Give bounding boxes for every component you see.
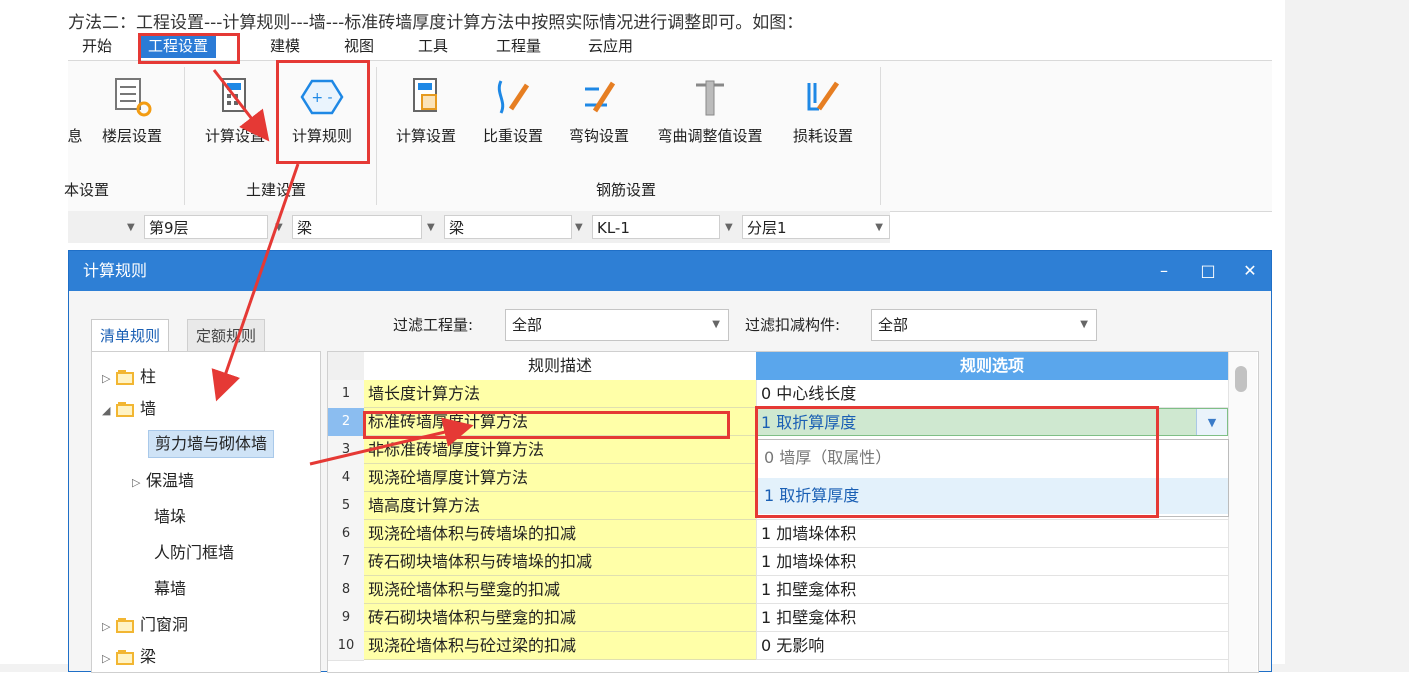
expand-arrow-icon[interactable]: ▷ (132, 470, 146, 496)
ribbon-floor-settings-button[interactable]: 楼层设置 (92, 67, 172, 163)
menu-view[interactable]: 视图 (344, 34, 374, 58)
tree-node-curtain-wall[interactable]: 幕墙 (154, 576, 186, 602)
table-row[interactable]: 7 砖石砌块墙体积与砖墙垛的扣减 1 加墙垛体积 (328, 548, 1228, 577)
chevron-down-icon: ▼ (875, 222, 883, 233)
menu-cloud[interactable]: 云应用 (588, 34, 633, 58)
chevron-down-icon: ▼ (1080, 319, 1088, 330)
tree-node-insulation-wall[interactable]: ▷ 保温墙 (132, 468, 194, 494)
menu-tools[interactable]: 工具 (418, 34, 448, 58)
filter-quantity-select[interactable]: 全部 ▼ (505, 309, 729, 341)
annotation-box-calc-rules (276, 60, 370, 164)
filter-deduct-label: 过滤扣减构件: (745, 316, 841, 334)
layer-select[interactable]: ▼ 分层1 ▼ (725, 215, 890, 239)
ribbon-info-button[interactable]: 息 (64, 67, 86, 163)
floor-select[interactable]: ▼ 第9层 (127, 215, 268, 239)
expand-arrow-icon[interactable]: ▷ (102, 366, 116, 392)
menu-bar: 开始 工程设置 建模 视图 工具 工程量 云应用 (68, 34, 1272, 60)
expand-arrow-icon[interactable]: ▷ (102, 646, 116, 672)
grid-header-option: 规则选项 (756, 352, 1228, 380)
tab-bill-rules[interactable]: 清单规则 (91, 319, 170, 352)
tree-node-wall-pier[interactable]: 墙垛 (154, 504, 186, 530)
tree-node-wall[interactable]: ◢ 墙 (102, 396, 156, 422)
chevron-down-icon: ▼ (275, 222, 283, 233)
ribbon-civil-calc-settings-button[interactable]: 计算设置 (196, 67, 274, 163)
chevron-down-icon[interactable]: ▼ (1196, 409, 1227, 435)
calculator-icon (413, 78, 437, 112)
chevron-down-icon: ▼ (575, 222, 583, 233)
expand-arrow-icon[interactable]: ▷ (102, 614, 116, 640)
ribbon-separator (184, 67, 185, 205)
chevron-down-icon: ▼ (712, 319, 720, 330)
annotation-box-menu (138, 33, 240, 64)
filter-deduct-select[interactable]: 全部 ▼ (871, 309, 1097, 341)
table-row[interactable]: 6 现浇砼墙体积与砖墙垛的扣减 1 加墙垛体积 (328, 520, 1228, 549)
component-tree: ▷ 柱 ◢ 墙 剪力墙与砌体墙 ▷ 保温墙 墙垛 人防门框墙 幕墙 ▷ 门窗洞 ▷ 梁 (91, 351, 321, 673)
component-subtype-select[interactable]: ▼ 梁 (427, 215, 572, 239)
ribbon-density-settings-button[interactable]: 比重设置 (472, 67, 554, 163)
page-margin-right (1285, 0, 1409, 672)
tree-node-beam[interactable]: ▷ 梁 (102, 644, 156, 670)
ribbon-group-base: 本设置 (64, 181, 110, 199)
ribbon-group-rebar: 钢筋设置 (596, 181, 657, 199)
ribbon-separator (376, 67, 377, 205)
component-type-select[interactable]: ▼ 梁 (275, 215, 422, 239)
scrollbar-thumb[interactable] (1235, 366, 1247, 392)
ribbon-separator (880, 67, 881, 205)
menu-modeling[interactable]: 建模 (270, 34, 300, 58)
table-row[interactable]: 9 砖石砌块墙体积与壁龛的扣减 1 扣壁龛体积 (328, 604, 1228, 633)
rebar-pen-icon (497, 80, 530, 114)
dialog-title: 计算规则 (83, 261, 148, 280)
filter-quantity-label: 过滤工程量: (393, 316, 474, 334)
ribbon-rebar-calc-settings-button[interactable]: 计算设置 (386, 67, 466, 163)
component-name-select[interactable]: ▼ KL-1 (575, 215, 720, 239)
tree-node-civil-defense-wall[interactable]: 人防门框墙 (154, 540, 234, 566)
menu-start[interactable]: 开始 (82, 34, 112, 58)
table-row[interactable]: 1 墙长度计算方法 0 中心线长度 (328, 380, 1228, 409)
table-row[interactable]: 8 现浇砼墙体积与壁龛的扣减 1 扣壁龛体积 (328, 576, 1228, 605)
folder-icon (116, 402, 134, 417)
chevron-down-icon: ▼ (127, 222, 135, 233)
floor-settings-icon (115, 78, 152, 117)
chevron-down-icon: ▼ (725, 222, 733, 233)
tree-node-column[interactable]: ▷ 柱 (102, 364, 156, 390)
component-selector-bar: ▼ 第9层 ▼ 梁 ▼ 梁 ▼ KL-1 ▼ 分层1 ▼ (68, 211, 890, 243)
menu-quantity[interactable]: 工程量 (496, 34, 541, 58)
annotation-box-dropdown (755, 406, 1159, 518)
folder-icon (116, 650, 134, 665)
hook-icon (585, 81, 616, 113)
ribbon-bend-adjust-button[interactable]: 弯曲调整值设置 (646, 67, 774, 163)
caption-text: 方法二：工程设置---计算规则---墙---标准砖墙厚度计算方法中按照实际情况进… (68, 13, 804, 33)
bend-adjust-icon (696, 80, 724, 116)
ribbon-hook-settings-button[interactable]: 弯钩设置 (558, 67, 640, 163)
maximize-icon[interactable]: □ (1193, 251, 1223, 291)
annotation-box-row (363, 411, 730, 439)
ribbon-loss-settings-button[interactable]: 损耗设置 (784, 67, 862, 163)
calculator-icon (222, 78, 246, 112)
tree-node-openings[interactable]: ▷ 门窗洞 (102, 612, 188, 638)
grid-header-description: 规则描述 (364, 352, 756, 381)
folder-icon (116, 370, 134, 385)
table-row[interactable]: 10 现浇砼墙体积与砼过梁的扣减 0 无影响 (328, 632, 1228, 661)
loss-settings-icon (807, 81, 840, 111)
ribbon-group-civil: 土建设置 (246, 181, 307, 199)
close-icon[interactable]: ✕ (1235, 251, 1265, 291)
grid-scrollbar[interactable] (1228, 352, 1257, 672)
grid-corner (328, 352, 364, 381)
ribbon: 息 楼层设置 计算设置 + - 计算规则 土建设置 本设置 计算设置 比重设置 … (64, 60, 1272, 212)
dialog-titlebar: 计算规则 – □ ✕ (69, 251, 1271, 291)
folder-icon (116, 618, 134, 633)
collapse-arrow-icon[interactable]: ◢ (102, 398, 116, 424)
tree-node-shear-masonry-wall[interactable]: 剪力墙与砌体墙 (148, 430, 275, 458)
chevron-down-icon: ▼ (427, 222, 435, 233)
minimize-icon[interactable]: – (1149, 251, 1179, 291)
tab-quota-rules[interactable]: 定额规则 (187, 319, 266, 353)
